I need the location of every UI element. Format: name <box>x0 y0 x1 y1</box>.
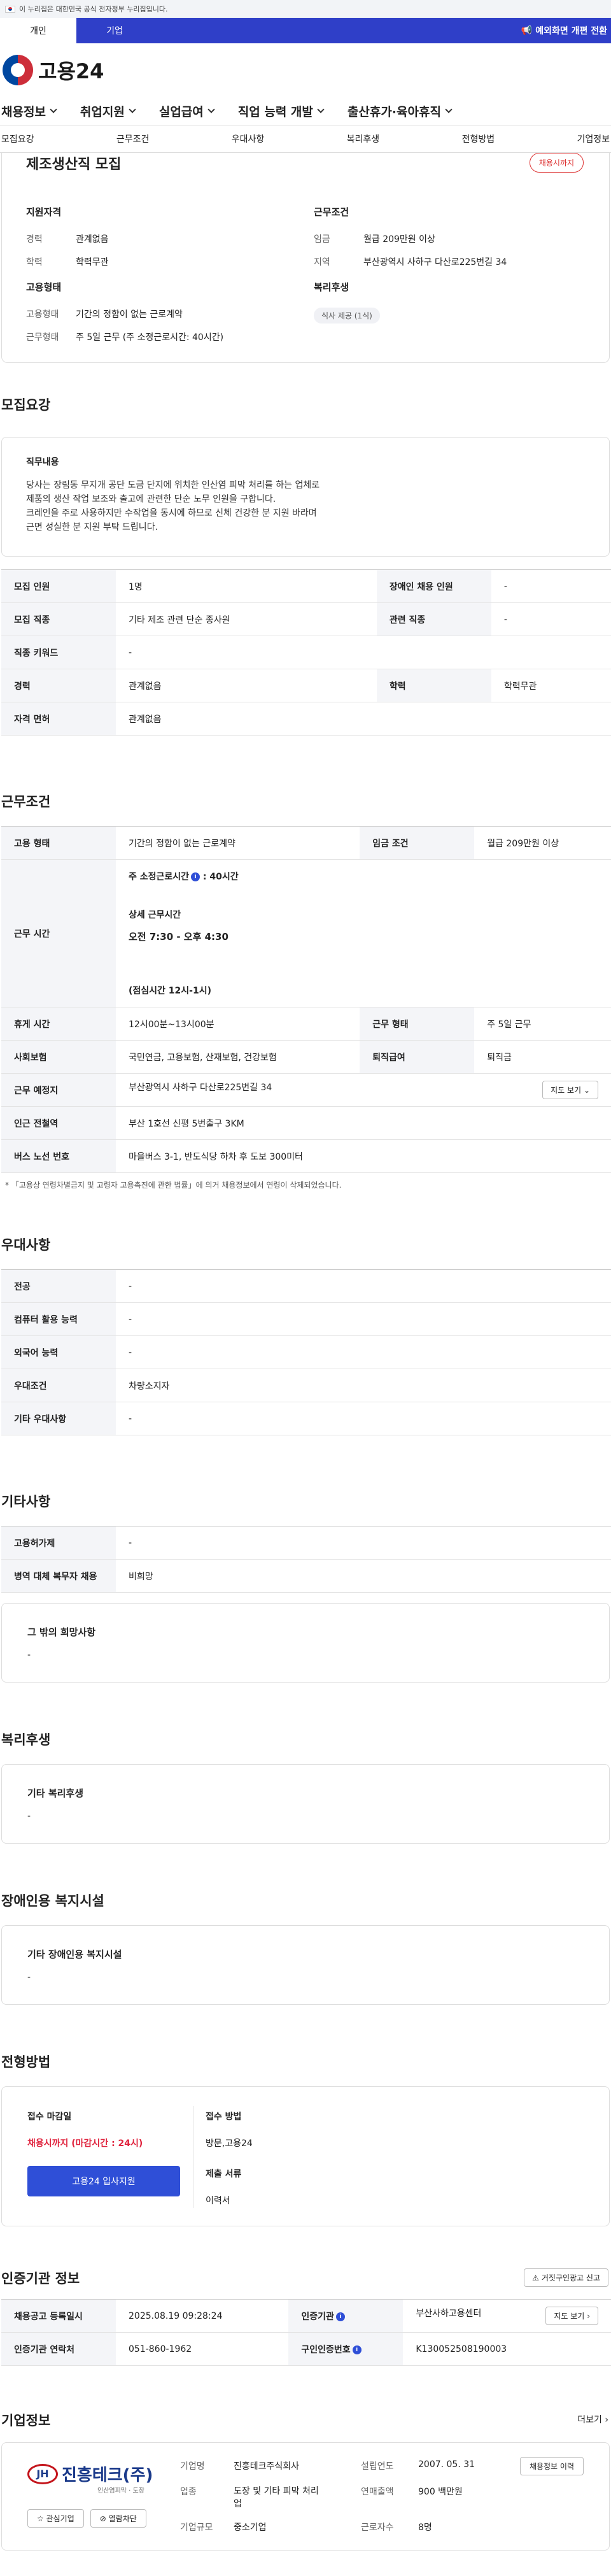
block-icon: ⊘ <box>99 2514 109 2523</box>
nav-item-job-training[interactable]: 직업 능력 개발 <box>238 103 325 120</box>
info-icon[interactable]: i <box>335 2312 345 2321</box>
section-title-welfare: 복리후생 <box>1 1732 51 1747</box>
anchor-conditions[interactable]: 근무조건 <box>116 132 150 145</box>
chevron-right-icon: › <box>587 2312 590 2321</box>
tab-personal[interactable]: 개인 <box>0 18 76 43</box>
block-view-button[interactable]: ⊘ 열람차단 <box>90 2509 146 2528</box>
anchor-selection[interactable]: 전형방법 <box>462 132 495 145</box>
agency-map-button[interactable]: 지도 보기 › <box>545 2307 598 2325</box>
interest-company-button[interactable]: ☆ 관심기업 <box>27 2509 84 2528</box>
tab-company[interactable]: 기업 <box>76 18 153 43</box>
user-type-tabs: 개인 기업 📢 예외화면 개편 전환 <box>0 18 611 43</box>
report-false-ad-button[interactable]: ⚠ 거짓구인광고 신고 <box>524 2268 608 2287</box>
section-title-agency: 인증기관 정보 <box>1 2271 80 2286</box>
employment-type-block: 고용형태 고용형태 기간의 정함이 없는 근로계약 근무형태 주 5일 근무 (주 … <box>26 281 224 343</box>
main-nav: 채용정보 취업지원 실업급여 직업 능력 개발 출산휴가·육아휴직 <box>0 97 611 125</box>
alert-icon: ⚠ <box>532 2273 539 2282</box>
section-title-disabled-facility: 장애인용 복지시설 <box>1 1893 104 1909</box>
conditions-table: 고용 형태 기간의 정함이 없는 근로계약 임금 조건 월급 209만원 이상 근무… <box>1 826 611 1173</box>
other-hope-box: 그 밖의 희망사항 - <box>1 1603 610 1683</box>
section-title-company: 기업정보 <box>1 2413 51 2428</box>
company-details: 기업명 진흥테크주식회사 설립연도 2007. 05. 31 업종 도장 및 기타 피막… <box>180 2459 475 2533</box>
agency-table: 채용공고 등록일시 2025.08.19 09:28:24 인증기관 i 부산사하고… <box>1 2299 611 2366</box>
preference-table: 전공 - 컴퓨터 활용 능력 - 외국어 능력 - 우대조건 차량소지자 기타 우대사항… <box>1 1269 611 1435</box>
anchor-company[interactable]: 기업정보 <box>577 132 610 145</box>
age-discrimination-note: * 「고용상 연령차별금지 및 고령자 고용촉진에 관한 법률」에 의거 채용정… <box>5 1181 342 1190</box>
chevron-down-icon <box>445 106 453 113</box>
welfare-box: 기타 복리후생 - <box>1 1764 610 1844</box>
logo-text: 고용24 <box>38 59 104 83</box>
chevron-down-icon <box>317 106 325 113</box>
anchor-recruit[interactable]: 모집요강 <box>1 132 34 145</box>
condition-block: 근무조건 임금 월급 209만원 이상 지역 부산광역시 사하구 다산로225번길 … <box>314 206 507 267</box>
site-logo[interactable]: 고용24 <box>0 43 611 97</box>
taegeuk-logo-icon <box>3 55 33 85</box>
job-title: 제조생산직 모집 <box>26 157 122 173</box>
job-description-text: 당사는 장림동 무지개 공단 도금 단지에 위치한 인산염 피막 처리를 하는 … <box>26 480 320 532</box>
chevron-down-icon <box>207 106 215 113</box>
megaphone-icon: 📢 <box>521 25 536 36</box>
selection-box: 접수 마감일 채용시까지 (마감시간 : 24시) 고용24 입사지원 접수 방… <box>1 2086 610 2226</box>
chevron-down-icon: ⌄ <box>583 1086 590 1095</box>
etc-table: 고용허가제 - 병역 대체 복무자 채용 비희망 <box>1 1526 611 1593</box>
chevron-down-icon <box>50 106 57 113</box>
section-title-preference: 우대사항 <box>1 1237 51 1253</box>
disabled-facility-box: 기타 장애인용 복지시설 - <box>1 1925 610 2005</box>
chevron-down-icon <box>129 106 136 113</box>
welfare-chip: 식사 제공 (1식) <box>314 308 380 324</box>
section-title-selection: 전형방법 <box>1 2054 51 2070</box>
job-description-box: 직무내용 당사는 장림동 무지개 공단 도금 단지에 위치한 인산염 피막 처리… <box>1 437 610 557</box>
nav-item-employment-support[interactable]: 취업지원 <box>80 103 136 120</box>
layout-switch-link[interactable]: 📢 예외화면 개편 전환 <box>521 18 611 43</box>
deadline-value: 채용시까지 (마감시간 : 24시) <box>27 2138 143 2149</box>
company-more-link[interactable]: 더보기 › <box>577 2413 608 2426</box>
map-view-button[interactable]: 지도 보기 ⌄ <box>542 1081 598 1099</box>
anchor-preference[interactable]: 우대사항 <box>232 132 265 145</box>
star-icon: ☆ <box>37 2514 46 2523</box>
nav-item-jobs[interactable]: 채용정보 <box>1 103 57 120</box>
gov-banner-text: 이 누리집은 대한민국 공식 전자정부 누리집입니다. <box>19 5 168 13</box>
section-anchor-nav: 모집요강 근무조건 우대사항 복리후생 전형방법 기업정보 <box>0 125 611 153</box>
gov-banner: 이 누리집은 대한민국 공식 전자정부 누리집입니다. <box>0 0 611 18</box>
welfare-block: 복리후생 식사 제공 (1식) <box>314 280 380 324</box>
anchor-welfare[interactable]: 복리후생 <box>347 132 380 145</box>
company-info-box: JH 진흥테크(주) 인산염피막 · 도장 ☆ 관심기업 ⊘ 열람차단 기업명 진… <box>1 2442 610 2551</box>
section-title-recruit: 모집요강 <box>1 397 51 413</box>
korea-flag-icon <box>5 5 15 13</box>
qualification-block: 지원자격 경력 관계없음 학력 학력무관 <box>26 206 109 267</box>
nav-item-parental-leave[interactable]: 출산휴가·육아휴직 <box>348 103 453 120</box>
job-summary-card: 제조생산직 모집 채용시까지 지원자격 경력 관계없음 학력 학력무관 근무조건 임… <box>1 153 610 363</box>
company-logo: JH 진흥테크(주) <box>27 2462 153 2486</box>
nav-item-unemployment-benefit[interactable]: 실업급여 <box>159 103 215 120</box>
status-badge: 채용시까지 <box>529 153 584 173</box>
recruit-table: 모집 인원 1명 장애인 채용 인원 - 모집 직종 기타 제조 관련 단순 종사원 … <box>1 569 611 736</box>
apply-button[interactable]: 고용24 입사지원 <box>27 2166 180 2196</box>
info-icon[interactable]: i <box>352 2345 362 2354</box>
hiring-history-button[interactable]: 채용정보 이력 <box>519 2457 584 2475</box>
section-title-conditions: 근무조건 <box>1 794 51 809</box>
chevron-right-icon: › <box>605 2415 608 2425</box>
section-title-etc: 기타사항 <box>1 1494 51 1509</box>
info-icon[interactable]: i <box>191 872 200 881</box>
